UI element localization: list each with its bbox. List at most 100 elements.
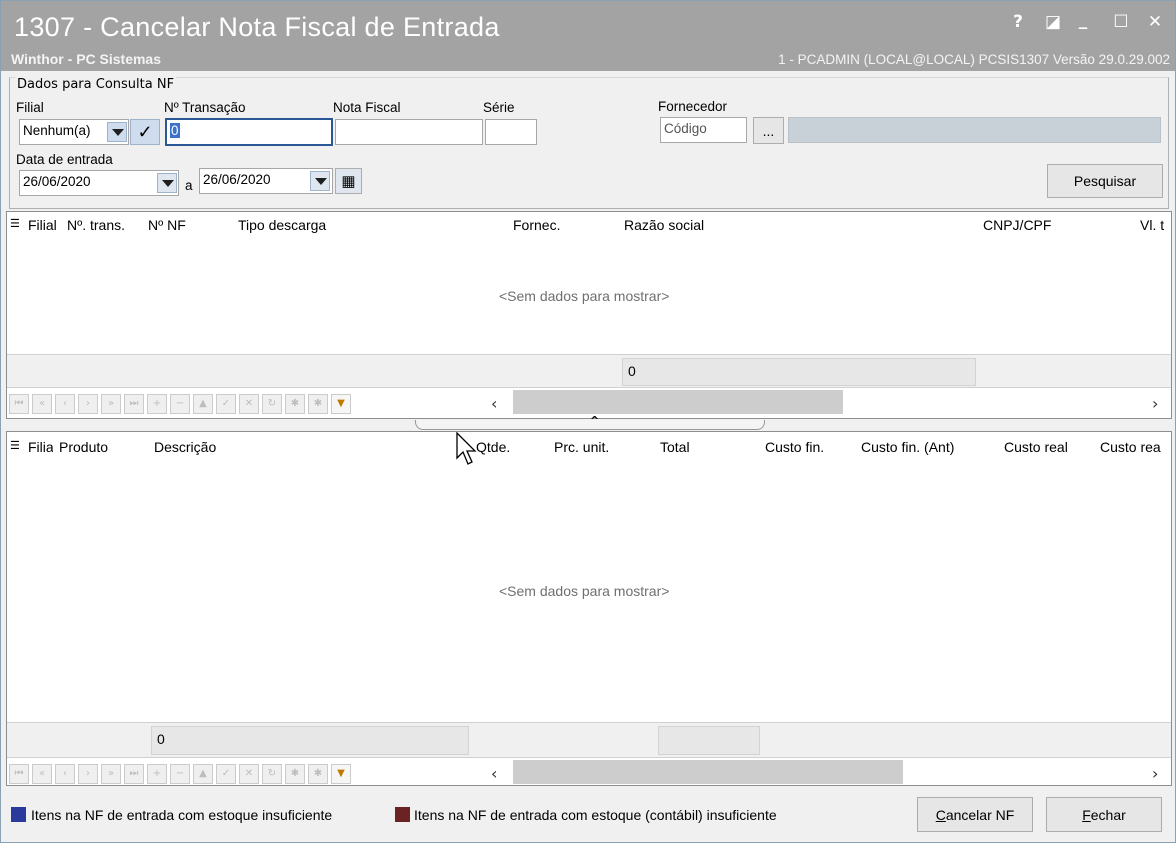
itens-grid-nav-bookmark-icon[interactable]: ✱ <box>285 764 305 784</box>
itens-grid-column-header[interactable]: Descrição <box>154 439 354 455</box>
itens-grid-nav-post-icon[interactable]: ✓ <box>216 764 236 784</box>
itens-grid-summary: 0 <box>151 726 469 755</box>
itens-scroll-right-icon[interactable]: › <box>1152 764 1158 783</box>
fornecedor-browse-button[interactable]: ... <box>753 117 784 144</box>
nf-grid-nav-cancel-icon[interactable]: ✕ <box>239 394 259 414</box>
itens-grid-empty-text: <Sem dados para mostrar> <box>499 583 670 599</box>
itens-grid-nav-edit-icon[interactable]: ▲ <box>193 764 213 784</box>
fechar-mnemonic: F <box>1082 806 1091 823</box>
transacao-value: 0 <box>170 123 180 138</box>
nota-fiscal-input[interactable] <box>335 119 483 145</box>
nf-grid-nav-bookmark-icon[interactable]: ✱ <box>285 394 305 414</box>
itens-grid-nav-prev-icon[interactable]: ‹ <box>55 764 75 784</box>
itens-grid-column-header[interactable]: Custo fin. (Ant) <box>861 439 991 455</box>
data-de-value: 26/06/2020 <box>23 174 91 189</box>
fornecedor-code-placeholder: Código <box>664 121 707 136</box>
data-ate-dropdown-icon[interactable] <box>310 171 330 191</box>
itens-grid-column-header[interactable]: Total <box>660 439 750 455</box>
legend-color-contabil <box>395 807 410 822</box>
data-a-label: a <box>185 178 193 193</box>
window-title: 1307 - Cancelar Nota Fiscal de Entrada <box>14 12 500 42</box>
itens-grid-nav-next-icon[interactable]: › <box>78 764 98 784</box>
itens-grid-nav-delete-icon[interactable]: − <box>170 764 190 784</box>
fechar-button[interactable]: Fechar <box>1046 797 1162 832</box>
window-subtitle: Winthor - PC Sistemas <box>11 51 162 67</box>
itens-scroll-thumb[interactable] <box>513 760 903 784</box>
itens-scroll-left-icon[interactable]: ‹ <box>491 764 497 783</box>
nf-grid-nav-refresh-icon[interactable]: ↻ <box>262 394 282 414</box>
cancelar-nf-button[interactable]: Cancelar NF <box>917 797 1033 832</box>
transacao-label: Nº Transação <box>164 100 246 115</box>
itens-grid-nav-first-icon[interactable]: ⏮ <box>9 764 29 784</box>
nf-grid-column-header[interactable]: Filial <box>28 217 62 233</box>
itens-grid-column-header[interactable]: Custo fin. <box>765 439 845 455</box>
legend-color-estoque <box>11 807 26 822</box>
nf-grid-column-header[interactable]: Razão social <box>624 217 924 233</box>
filial-label: Filial <box>16 100 44 115</box>
confirm-check-icon[interactable]: ✓ <box>130 119 160 145</box>
filial-dropdown-icon[interactable] <box>107 122 127 142</box>
close-icon[interactable]: ✕ <box>1143 12 1167 32</box>
nf-scroll-right-icon[interactable]: › <box>1152 394 1158 413</box>
nf-grid-column-header[interactable]: Nº. trans. <box>67 217 143 233</box>
nota-fiscal-label: Nota Fiscal <box>333 100 401 115</box>
itens-grid-column-chooser-icon[interactable]: ☰ <box>10 439 20 452</box>
data-entrada-label: Data de entrada <box>16 152 113 167</box>
nf-scroll-thumb[interactable] <box>513 390 843 414</box>
data-de-input[interactable]: 26/06/2020 <box>19 170 179 196</box>
grid-splitter[interactable]: ^ <box>415 414 765 430</box>
itens-grid-nav-last-icon[interactable]: ⏭ <box>124 764 144 784</box>
nf-grid-nav-next-icon[interactable]: › <box>78 394 98 414</box>
minimize-icon[interactable]: _ <box>1071 10 1095 30</box>
filter-legend: Dados para Consulta NF <box>15 77 177 92</box>
help-icon[interactable]: ? <box>1006 12 1030 32</box>
nf-grid-nav-goto-bookmark-icon[interactable]: ✱ <box>308 394 328 414</box>
nf-grid-column-header[interactable]: CNPJ/CPF <box>983 217 1083 233</box>
nf-grid-empty-text: <Sem dados para mostrar> <box>499 288 670 304</box>
itens-grid-nav-cancel-icon[interactable]: ✕ <box>239 764 259 784</box>
itens-grid-column-header[interactable]: Custo rea <box>1100 439 1168 455</box>
itens-grid-nav-insert-icon[interactable]: + <box>147 764 167 784</box>
nf-grid-column-header[interactable]: Vl. t <box>1140 217 1170 233</box>
restore-icon[interactable]: ◪ <box>1041 12 1065 32</box>
nf-grid-nav-delete-icon[interactable]: − <box>170 394 190 414</box>
nf-grid-footer <box>7 354 1171 388</box>
nf-grid-nav-first-icon[interactable]: ⏮ <box>9 394 29 414</box>
legend-label-contabil: Itens na NF de entrada com estoque (cont… <box>414 807 777 823</box>
itens-grid-column-header[interactable]: Custo real <box>1004 439 1094 455</box>
nf-scroll-left-icon[interactable]: ‹ <box>491 394 497 413</box>
calendar-icon[interactable]: ▦ <box>335 168 362 194</box>
transacao-input[interactable]: 0 <box>165 118 333 146</box>
itens-grid-column-header[interactable]: Filia <box>28 439 53 455</box>
cancelar-nf-mnemonic: C <box>935 806 946 823</box>
nf-grid-nav-edit-icon[interactable]: ▲ <box>193 394 213 414</box>
itens-grid-summary-2 <box>658 726 760 755</box>
fornecedor-code-input[interactable]: Código <box>660 117 747 143</box>
data-de-dropdown-icon[interactable] <box>157 173 177 193</box>
nf-grid-nav-insert-icon[interactable]: + <box>147 394 167 414</box>
nf-grid-nav-last-icon[interactable]: ⏭ <box>124 394 144 414</box>
nf-grid-summary: 0 <box>622 358 976 386</box>
serie-input[interactable] <box>485 119 537 145</box>
nf-grid-column-header[interactable]: Fornec. <box>513 217 593 233</box>
nf-grid-nav-prev-page-icon[interactable]: « <box>32 394 52 414</box>
itens-grid-column-header[interactable]: Produto <box>59 439 139 455</box>
nf-grid-nav-next-page-icon[interactable]: » <box>101 394 121 414</box>
itens-grid-nav-next-page-icon[interactable]: » <box>101 764 121 784</box>
itens-grid-nav-goto-bookmark-icon[interactable]: ✱ <box>308 764 328 784</box>
maximize-icon[interactable]: ☐ <box>1109 12 1133 32</box>
itens-grid-nav-filter-icon[interactable]: ▼ <box>331 764 351 784</box>
nf-grid-column-header[interactable]: Nº NF <box>148 217 194 233</box>
pesquisar-button[interactable]: Pesquisar <box>1047 164 1163 198</box>
nf-grid-column-header[interactable]: Tipo descarga <box>238 217 478 233</box>
nf-grid-column-chooser-icon[interactable]: ☰ <box>10 217 20 230</box>
nf-grid-nav-prev-icon[interactable]: ‹ <box>55 394 75 414</box>
itens-grid-nav-refresh-icon[interactable]: ↻ <box>262 764 282 784</box>
user-info: 1 - PCADMIN (LOCAL@LOCAL) PCSIS1307 Vers… <box>778 52 1170 67</box>
itens-grid-column-header[interactable]: Prc. unit. <box>554 439 644 455</box>
itens-grid-nav-prev-page-icon[interactable]: « <box>32 764 52 784</box>
nf-grid-nav-filter-icon[interactable]: ▼ <box>331 394 351 414</box>
title-bar: 1307 - Cancelar Nota Fiscal de Entrada W… <box>1 1 1175 71</box>
nf-grid-nav-post-icon[interactable]: ✓ <box>216 394 236 414</box>
itens-grid-column-header[interactable]: Qtde. <box>476 439 536 455</box>
